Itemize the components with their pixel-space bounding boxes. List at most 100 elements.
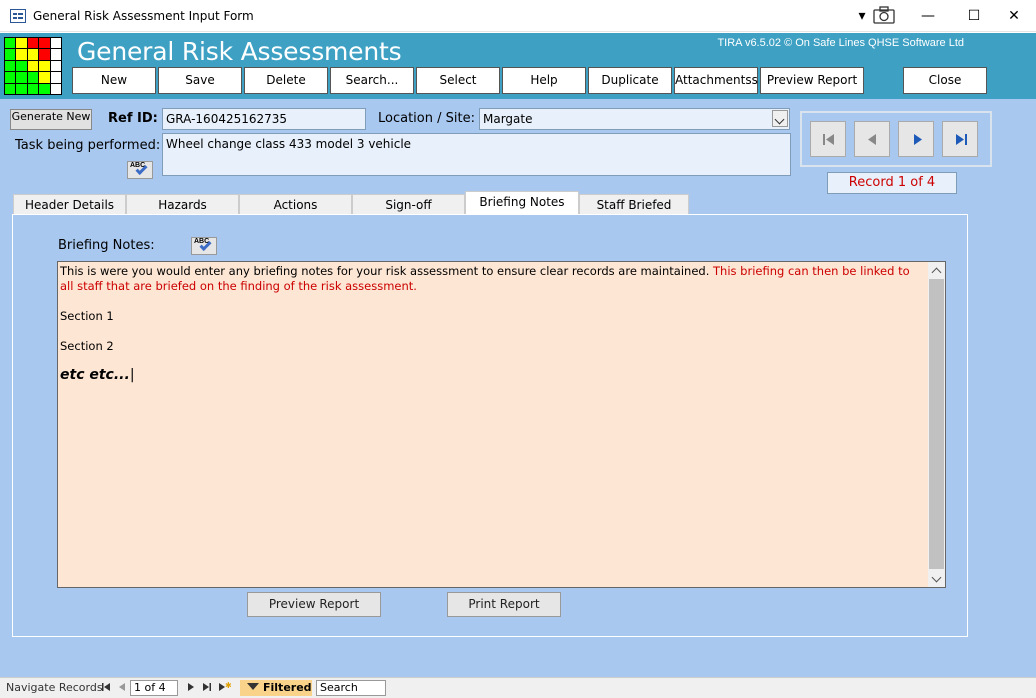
location-combo[interactable]: Margate — [479, 108, 790, 130]
preview-report-bottom-button[interactable]: Preview Report — [247, 592, 381, 617]
svg-text:✱: ✱ — [225, 681, 231, 690]
close-button[interactable]: Close — [903, 67, 987, 94]
logo-cell — [50, 38, 61, 49]
new-record-nav-icon[interactable]: ✱ — [217, 680, 232, 697]
app-title: General Risk Assessments — [77, 37, 402, 66]
search-input[interactable]: Search — [316, 680, 386, 696]
first-record-icon — [823, 134, 834, 145]
task-field[interactable]: Wheel change class 433 model 3 vehicle — [162, 133, 791, 176]
logo-cell — [16, 72, 27, 83]
logo-cell — [5, 83, 16, 94]
tab-header-details[interactable]: Header Details — [13, 194, 126, 214]
risk-matrix-logo — [4, 37, 62, 95]
briefing-text-black: This is were you would enter any briefin… — [60, 264, 710, 278]
first-record-nav-icon[interactable] — [100, 680, 112, 697]
last-record-icon — [956, 134, 967, 145]
logo-cell — [27, 83, 39, 94]
tab-hazards[interactable]: Hazards — [126, 194, 239, 214]
new-button[interactable]: New — [72, 67, 156, 94]
logo-cell — [16, 60, 27, 72]
save-button[interactable]: Save — [158, 67, 242, 94]
generate-new-button[interactable]: Generate New — [10, 109, 92, 130]
task-label: Task being performed: — [15, 138, 161, 153]
form-header: General Risk Assessments TIRA v6.5.02 © … — [0, 33, 1036, 99]
logo-cell — [16, 83, 27, 94]
risk-assessment-form: General Risk Assessments TIRA v6.5.02 © … — [0, 33, 1036, 677]
logo-cell — [50, 83, 61, 94]
section-2-text: Section 2 — [60, 339, 114, 353]
logo-cell — [5, 38, 16, 49]
last-record-nav-icon[interactable] — [201, 680, 213, 697]
ref-id-field[interactable]: GRA-160425162735 — [162, 108, 366, 130]
form-icon — [10, 9, 26, 23]
next-record-nav-icon[interactable] — [185, 680, 197, 697]
logo-cell — [39, 49, 50, 60]
logo-cell — [39, 60, 50, 72]
minimize-button[interactable]: — — [906, 4, 950, 28]
previous-record-icon — [868, 134, 876, 145]
briefing-notes-content: This is were you would enter any briefin… — [60, 264, 926, 383]
chevron-down-icon[interactable] — [772, 110, 788, 127]
briefing-notes-textarea[interactable]: This is were you would enter any briefin… — [57, 261, 946, 588]
camera-icon[interactable] — [872, 4, 896, 28]
logo-cell — [50, 49, 61, 60]
ref-id-label: Ref ID: — [108, 111, 158, 126]
logo-cell — [27, 38, 39, 49]
next-record-icon — [914, 134, 922, 145]
logo-cell — [5, 60, 16, 72]
logo-cell — [16, 38, 27, 49]
logo-cell — [5, 49, 16, 60]
briefing-notes-label: Briefing Notes: — [58, 238, 155, 253]
previous-record-nav-icon[interactable] — [116, 680, 128, 697]
next-record-button[interactable] — [898, 121, 934, 157]
filtered-toggle[interactable]: Filtered — [240, 680, 312, 696]
delete-button[interactable]: Delete — [244, 67, 328, 94]
maximize-button[interactable]: ☐ — [952, 4, 996, 28]
select-button[interactable]: Select — [416, 67, 500, 94]
version-text: TIRA v6.5.02 © On Safe Lines QHSE Softwa… — [717, 37, 964, 49]
filter-icon — [247, 683, 259, 690]
record-position-field[interactable]: 1 of 4 — [130, 680, 178, 696]
status-bar: Navigate Records 1 of 4 ✱ Filtered Searc… — [0, 677, 1036, 698]
etc-text: etc etc...| — [60, 367, 135, 383]
close-window-button[interactable]: ✕ — [996, 4, 1032, 28]
logo-cell — [5, 72, 16, 83]
navigate-records-label: Navigate Records — [6, 681, 103, 694]
logo-cell — [50, 72, 61, 83]
help-button[interactable]: Help — [502, 67, 586, 94]
attachments-button[interactable]: Attachmentss — [674, 67, 758, 94]
search-button[interactable]: Search... — [330, 67, 414, 94]
logo-cell — [27, 72, 39, 83]
record-navigation-panel — [800, 111, 992, 167]
section-1-text: Section 1 — [60, 309, 114, 323]
duplicate-button[interactable]: Duplicate — [588, 67, 672, 94]
tab-sign-off[interactable]: Sign-off — [352, 194, 465, 214]
logo-cell — [39, 72, 50, 83]
scroll-down-icon[interactable] — [928, 570, 945, 587]
dropdown-arrow-icon[interactable]: ▾ — [854, 4, 870, 28]
notes-scrollbar[interactable] — [928, 262, 945, 587]
last-record-button[interactable] — [942, 121, 978, 157]
record-counter: Record 1 of 4 — [827, 172, 957, 194]
logo-cell — [39, 38, 50, 49]
briefing-spellcheck-button[interactable]: ABC — [191, 237, 217, 255]
logo-cell — [27, 49, 39, 60]
logo-cell — [16, 49, 27, 60]
logo-cell — [27, 60, 39, 72]
scroll-thumb[interactable] — [929, 279, 944, 569]
tab-actions[interactable]: Actions — [239, 194, 352, 214]
location-value: Margate — [483, 112, 533, 126]
previous-record-button[interactable] — [854, 121, 890, 157]
print-report-button[interactable]: Print Report — [447, 592, 561, 617]
location-label: Location / Site: — [378, 111, 475, 126]
title-bar: General Risk Assessment Input Form ▾ — ☐… — [0, 0, 1036, 32]
spellcheck-button[interactable]: ABC — [127, 161, 153, 179]
first-record-button[interactable] — [810, 121, 846, 157]
tab-staff-briefed[interactable]: Staff Briefed — [579, 194, 689, 214]
window-title: General Risk Assessment Input Form — [33, 9, 254, 23]
logo-cell — [50, 60, 61, 72]
tab-briefing-notes[interactable]: Briefing Notes — [465, 191, 579, 214]
scroll-up-icon[interactable] — [928, 262, 945, 279]
logo-cell — [39, 83, 50, 94]
preview-report-button[interactable]: Preview Report — [760, 67, 864, 94]
